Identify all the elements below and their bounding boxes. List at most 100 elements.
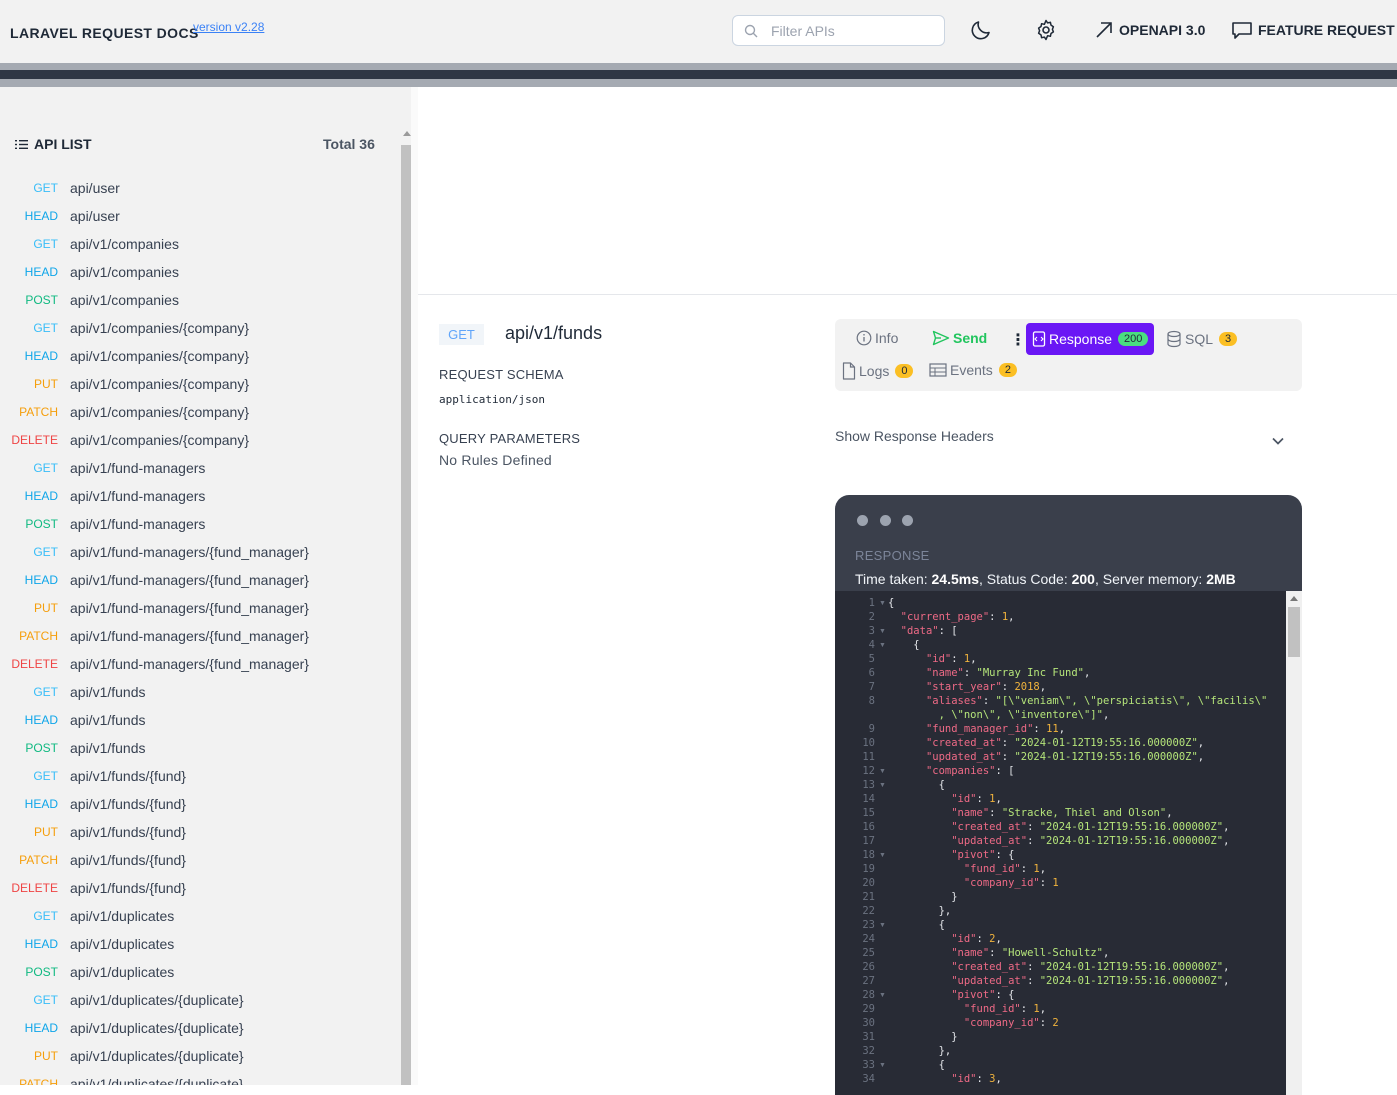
openapi-link[interactable]: OPENAPI 3.0 (1094, 20, 1205, 40)
route-item[interactable]: DELETE api/v1/funds/{fund} (0, 874, 395, 902)
code-line: "name": "Murray Inc Fund", (925, 667, 1091, 679)
route-path: api/v1/funds/{fund} (70, 852, 186, 868)
line-number: 32 (862, 1045, 875, 1057)
line-number: 19 (862, 863, 875, 875)
route-item[interactable]: GET api/v1/companies (0, 230, 395, 258)
route-item[interactable]: HEAD api/v1/funds/{fund} (0, 790, 395, 818)
logs-count-badge: 0 (895, 364, 914, 378)
tab-sql[interactable]: SQL 3 (1166, 330, 1238, 348)
line-number: 23 (862, 919, 875, 931)
fold-toggle-icon[interactable]: ▼ (879, 852, 886, 859)
filter-apis-input[interactable] (771, 21, 936, 41)
gear-icon[interactable] (1034, 17, 1058, 43)
time-taken-value: 24.5ms (931, 571, 979, 587)
code-line: "companies": [ (925, 765, 1015, 777)
send-icon (932, 330, 950, 346)
fold-toggle-icon[interactable]: ▼ (879, 600, 886, 607)
route-item[interactable]: PUT api/v1/duplicates/{duplicate} (0, 1042, 395, 1070)
fold-toggle-icon[interactable]: ▼ (879, 628, 886, 635)
route-path: api/v1/funds/{fund} (70, 824, 186, 840)
tab-response[interactable]: Response 200 (1026, 323, 1155, 355)
route-method: GET (33, 993, 58, 1007)
route-path: api/v1/funds/{fund} (70, 880, 186, 896)
window-dot (902, 515, 913, 526)
route-item[interactable]: PUT api/v1/funds/{fund} (0, 818, 395, 846)
route-path: api/v1/funds/{fund} (70, 768, 186, 784)
route-item[interactable]: DELETE api/v1/fund-managers/{fund_manager… (0, 650, 395, 678)
route-path: api/v1/duplicates/{duplicate} (70, 1048, 244, 1064)
feature-request-link[interactable]: FEATURE REQUEST (1231, 20, 1395, 40)
route-item[interactable]: HEAD api/v1/fund-managers/{fund_manager} (0, 566, 395, 594)
route-item[interactable]: HEAD api/v1/fund-managers (0, 482, 395, 510)
route-path: api/v1/duplicates (70, 964, 175, 980)
route-method: GET (33, 545, 58, 559)
line-number: 17 (862, 835, 875, 847)
fold-toggle-icon[interactable]: ▼ (879, 642, 886, 649)
route-item[interactable]: HEAD api/v1/duplicates (0, 930, 395, 958)
route-item[interactable]: GET api/user (0, 174, 395, 202)
tab-events[interactable]: Events 2 (929, 362, 1017, 378)
route-item[interactable]: POST api/v1/duplicates (0, 958, 395, 986)
route-item[interactable]: POST api/v1/companies (0, 286, 395, 314)
route-method: GET (33, 769, 58, 783)
route-item[interactable]: HEAD api/v1/duplicates/{duplicate} (0, 1014, 395, 1042)
fold-toggle-icon[interactable]: ▼ (879, 768, 886, 775)
more-options-icon[interactable]: ⋮ (1010, 330, 1026, 350)
tab-logs[interactable]: Logs 0 (842, 362, 914, 380)
line-number: 16 (862, 821, 875, 833)
fold-toggle-icon[interactable]: ▼ (879, 782, 886, 789)
show-response-headers-toggle[interactable]: Show Response Headers (835, 428, 994, 444)
route-item[interactable]: DELETE api/v1/companies/{company} (0, 426, 395, 454)
route-item[interactable]: PUT api/v1/companies/{company} (0, 370, 395, 398)
line-number: 4 (868, 639, 875, 651)
version-link[interactable]: version v2.28 (193, 20, 264, 34)
fold-toggle-icon[interactable]: ▼ (879, 992, 886, 999)
route-path: api/v1/companies/{company} (70, 320, 249, 336)
code-scroll-up-arrow[interactable] (1290, 596, 1298, 601)
route-item[interactable]: HEAD api/v1/companies/{company} (0, 342, 395, 370)
route-item[interactable]: PATCH api/v1/duplicates/{duplicate} (0, 1070, 395, 1085)
code-scrollbar[interactable] (1286, 591, 1302, 1095)
moon-icon[interactable] (969, 17, 993, 43)
filter-apis-search[interactable] (732, 15, 945, 46)
line-number: 2 (868, 611, 875, 623)
route-item[interactable]: GET api/v1/duplicates/{duplicate} (0, 986, 395, 1014)
main-scrollbar[interactable] (411, 87, 418, 1085)
line-number: 3 (868, 625, 875, 637)
tab-send[interactable]: Send (932, 330, 987, 346)
route-item[interactable]: PUT api/v1/fund-managers/{fund_manager} (0, 594, 395, 622)
api-list-title: API LIST (34, 136, 92, 152)
route-path: api/v1/fund-managers (70, 460, 206, 476)
chevron-down-icon[interactable] (1271, 434, 1285, 448)
scroll-up-arrow[interactable] (403, 131, 411, 136)
route-item[interactable]: HEAD api/v1/funds (0, 706, 395, 734)
route-item[interactable]: PATCH api/v1/fund-managers/{fund_manager} (0, 622, 395, 650)
fold-toggle-icon[interactable]: ▼ (879, 1062, 886, 1069)
route-method: PUT (34, 825, 58, 839)
route-item[interactable]: HEAD api/user (0, 202, 395, 230)
route-method: PATCH (19, 405, 58, 419)
route-item[interactable]: HEAD api/v1/companies (0, 258, 395, 286)
code-line: "company_id": 2 (963, 1017, 1059, 1029)
route-item[interactable]: PATCH api/v1/companies/{company} (0, 398, 395, 426)
route-path: api/v1/duplicates/{duplicate} (70, 1020, 244, 1036)
sidebar-scroll-thumb[interactable] (401, 145, 411, 1085)
code-scroll-thumb[interactable] (1288, 607, 1300, 657)
route-item[interactable]: GET api/v1/fund-managers (0, 454, 395, 482)
route-item[interactable]: GET api/v1/funds/{fund} (0, 762, 395, 790)
route-item[interactable]: POST api/v1/funds (0, 734, 395, 762)
code-line: }, (888, 1045, 952, 1057)
fold-toggle-icon[interactable]: ▼ (879, 922, 886, 929)
route-item[interactable]: GET api/v1/fund-managers/{fund_manager} (0, 538, 395, 566)
code-line: "data": [ (900, 625, 958, 637)
response-code-editor[interactable]: 1 ▼{2 "current_page": 1, 3 ▼ "data": [4 ▼ {5… (835, 591, 1286, 1095)
route-item[interactable]: POST api/v1/fund-managers (0, 510, 395, 538)
route-item[interactable]: GET api/v1/companies/{company} (0, 314, 395, 342)
tab-info-label: Info (875, 330, 899, 346)
tab-info[interactable]: Info (856, 330, 898, 346)
route-item[interactable]: GET api/v1/duplicates (0, 902, 395, 930)
code-line: "company_id": 1 (963, 877, 1059, 889)
route-item[interactable]: GET api/v1/funds (0, 678, 395, 706)
route-item[interactable]: PATCH api/v1/funds/{fund} (0, 846, 395, 874)
code-line: "id": 1, (925, 653, 977, 665)
